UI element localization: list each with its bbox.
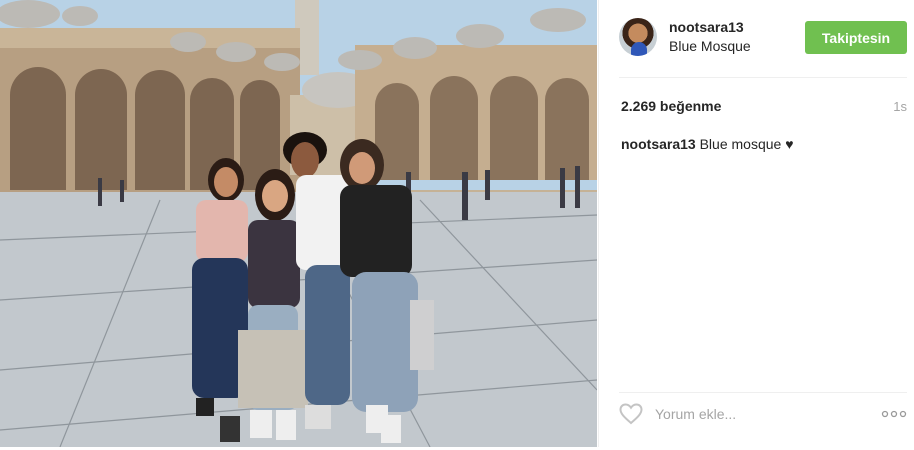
post-header: nootsara13 Blue Mosque Takiptesin	[619, 16, 914, 60]
post-caption: nootsara13 Blue mosque ♥	[621, 136, 794, 152]
post-sidebar: nootsara13 Blue Mosque Takiptesin 2.269 …	[598, 0, 914, 447]
header-divider	[619, 77, 907, 78]
caption-username[interactable]: nootsara13	[621, 136, 696, 152]
post-time[interactable]: 1s	[893, 99, 907, 114]
comment-input[interactable]	[655, 403, 865, 425]
caption-text: Blue mosque ♥	[699, 136, 794, 152]
heart-icon[interactable]	[619, 403, 643, 425]
more-options-icon[interactable]	[881, 405, 907, 423]
mosque-courtyard-image	[0, 0, 597, 447]
following-button[interactable]: Takiptesin	[805, 21, 907, 54]
username-link[interactable]: nootsara13	[669, 19, 744, 35]
avatar[interactable]	[619, 18, 657, 56]
post-photo[interactable]	[0, 0, 597, 447]
post-footer	[619, 393, 907, 433]
location-link[interactable]: Blue Mosque	[669, 38, 751, 54]
like-count[interactable]: 2.269 beğenme	[621, 98, 721, 114]
